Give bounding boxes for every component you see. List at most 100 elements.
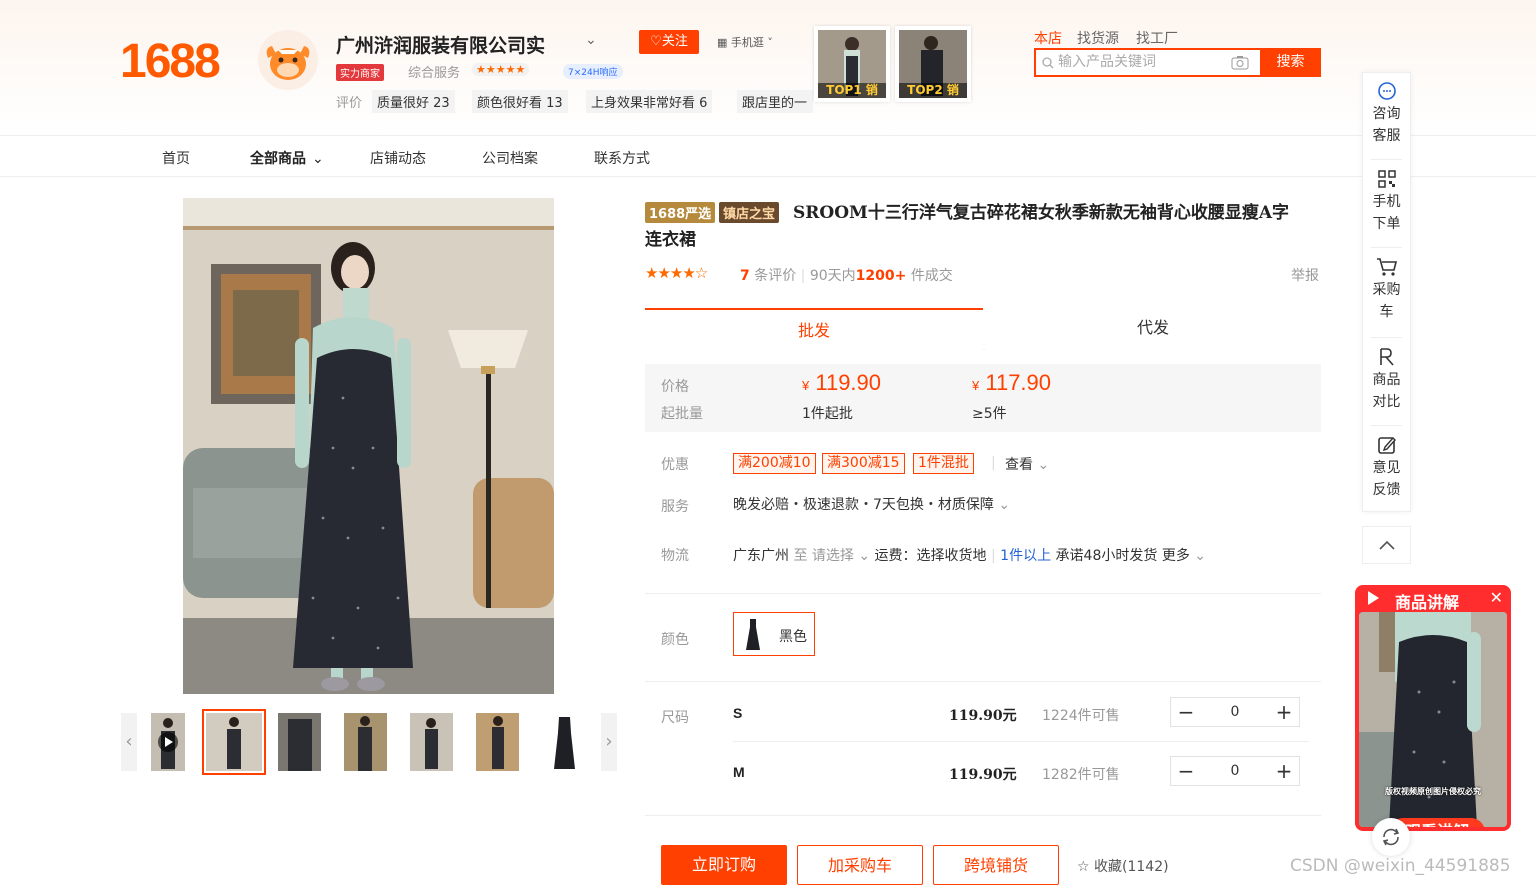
chevron-down-icon: ˅	[763, 36, 773, 49]
mobile-shop-button[interactable]: ▦ 手机逛 ˅	[717, 34, 773, 50]
top-product-thumb[interactable]: TOP1 销	[814, 26, 890, 102]
increase-button[interactable]: +	[1269, 698, 1299, 726]
promo-more-button[interactable]: 查看 ⌄	[1005, 454, 1049, 474]
logistics-info: 广东广州 至 请选择 ⌄ 运费：选择收货地 | 1件以上 承诺48小时发货 更多…	[733, 548, 1207, 564]
feedback-icon	[1377, 436, 1396, 454]
follow-button[interactable]: ♡关注	[639, 30, 699, 54]
chevron-down-icon[interactable]: ⌄	[1190, 548, 1206, 564]
carousel-prev-button[interactable]: ‹	[121, 713, 137, 771]
search-tab-source[interactable]: 找货源	[1077, 28, 1119, 48]
thumbnail-image	[206, 713, 262, 771]
top-rank-label: TOP1 销	[818, 83, 886, 98]
promo-tag[interactable]: 满200减10	[733, 453, 816, 474]
tab-wholesale[interactable]: 批发	[645, 308, 983, 350]
review-label: 评价	[336, 96, 363, 111]
site-logo[interactable]: 1688	[120, 34, 221, 89]
play-icon	[1368, 591, 1379, 605]
thumbnail[interactable]	[543, 713, 586, 771]
search-button[interactable]: 搜索	[1260, 48, 1321, 77]
top-product-thumb[interactable]: TOP2 销	[895, 26, 971, 102]
review-count[interactable]: 7	[740, 268, 750, 284]
camera-icon[interactable]	[1231, 55, 1249, 70]
sidebar-item-customer-service[interactable]: 咨询 客服	[1363, 81, 1410, 147]
review-suffix[interactable]: 条评价	[754, 268, 796, 284]
size-stock: 1282件可售	[1042, 767, 1120, 783]
decrease-button[interactable]: −	[1171, 698, 1201, 726]
thumbnail[interactable]	[476, 713, 519, 771]
review-tag[interactable]: 质量很好 23	[372, 90, 455, 113]
search-input[interactable]	[1058, 54, 1218, 70]
nav-item-dynamics[interactable]: 店铺动态	[370, 148, 426, 168]
quantity-stepper: − 0 +	[1170, 756, 1300, 786]
thumbnail-active[interactable]	[202, 709, 266, 775]
back-to-top-button[interactable]	[1362, 526, 1411, 564]
service-guarantees[interactable]: 晚发必赔・极速退款・7天包换・材质保障 ⌄	[733, 494, 1010, 514]
search-tab-factory[interactable]: 找工厂	[1136, 28, 1178, 48]
favorite-button[interactable]: ☆ 收藏(1142)	[1077, 856, 1169, 876]
sidebar-item-compare[interactable]: 商品 对比	[1363, 347, 1410, 413]
sidebar-item-feedback[interactable]: 意见 反馈	[1363, 435, 1410, 501]
color-option-black[interactable]: 黑色	[733, 612, 815, 656]
thumbnail-image	[543, 713, 586, 771]
divider	[1371, 247, 1402, 248]
divider	[1371, 425, 1402, 426]
shop-avatar[interactable]	[258, 30, 318, 90]
divider	[1371, 337, 1402, 338]
main-product-image[interactable]	[183, 198, 554, 694]
explain-video[interactable]: 版权视频原创图片侵权必究 观看讲解	[1359, 612, 1507, 827]
color-label: 颜色	[661, 632, 689, 648]
promo-more-label: 查看	[1005, 457, 1033, 473]
product-explain-card[interactable]: 商品讲解 ✕ 版权视频原创图片侵权必究 观看讲解	[1355, 585, 1511, 831]
chevron-down-icon[interactable]: ⌄	[854, 548, 875, 564]
sidebar-item-label: 反馈	[1372, 482, 1401, 498]
divider	[645, 815, 1321, 816]
promo-tag[interactable]: 1件混批	[913, 453, 974, 474]
purchase-tabs: 批发 代发	[645, 308, 1321, 350]
moq-value: 1件起批	[802, 406, 853, 422]
shop-name[interactable]: 广州浒润服装有限公司实	[336, 31, 545, 58]
carousel-next-button[interactable]: ›	[601, 713, 617, 771]
response-badge: 7×24H响应	[563, 64, 623, 79]
cross-border-button[interactable]: 跨境铺货	[933, 845, 1059, 885]
sidebar-item-mobile-order[interactable]: 手机 下单	[1363, 169, 1410, 235]
nav-item-all-products[interactable]: 全部商品 ⌄	[250, 148, 324, 168]
decrease-button[interactable]: −	[1171, 757, 1201, 785]
size-name: M	[733, 764, 745, 780]
review-tag[interactable]: 上身效果非常好看 6	[586, 90, 713, 113]
order-now-button[interactable]: 立即订购	[661, 845, 787, 885]
thumbnail[interactable]	[278, 713, 321, 771]
nav-item-profile[interactable]: 公司档案	[482, 148, 538, 168]
sidebar-item-label: 对比	[1372, 394, 1401, 410]
yanxuan-badge: 1688严选	[645, 202, 716, 223]
search-tab-shop[interactable]: 本店	[1034, 28, 1062, 48]
chevron-down-icon[interactable]: ⌄	[585, 32, 597, 48]
quantity-value[interactable]: 0	[1221, 757, 1249, 785]
sidebar-item-cart[interactable]: 采购 车	[1363, 257, 1410, 323]
ox-mascot-icon	[258, 30, 318, 90]
thumbnail[interactable]	[344, 713, 387, 771]
close-icon[interactable]: ✕	[1490, 588, 1503, 607]
chevron-up-icon	[1378, 540, 1395, 550]
nav-item-home[interactable]: 首页	[162, 148, 190, 168]
tab-dropship[interactable]: 代发	[985, 308, 1321, 350]
rating-summary: 7 条评价 | 90天内1200+ 件成交	[740, 268, 953, 284]
review-tag[interactable]: 颜色很好看 13	[472, 90, 568, 113]
increase-button[interactable]: +	[1269, 757, 1299, 785]
promo-tag[interactable]: 满300减15	[822, 453, 905, 474]
refresh-button[interactable]	[1372, 818, 1410, 856]
thumbnail[interactable]	[410, 713, 453, 771]
thumbnail-image	[151, 713, 185, 771]
report-link[interactable]: 举报	[1291, 265, 1319, 285]
review-tag[interactable]: 跟店里的一	[737, 90, 813, 113]
thumbnail-image	[278, 713, 321, 771]
nav-item-contact[interactable]: 联系方式	[594, 148, 650, 168]
destination-select[interactable]: 请选择	[812, 548, 854, 564]
thumbnail-video[interactable]	[151, 713, 185, 771]
quantity-stepper: − 0 +	[1170, 697, 1300, 727]
chat-icon	[1377, 82, 1396, 100]
origin: 广东广州	[733, 548, 789, 564]
add-to-cart-button[interactable]: 加采购车	[797, 845, 923, 885]
quantity-value[interactable]: 0	[1221, 698, 1249, 726]
logistics-more[interactable]: 更多	[1162, 548, 1190, 564]
color-option-label: 黑色	[779, 629, 807, 645]
